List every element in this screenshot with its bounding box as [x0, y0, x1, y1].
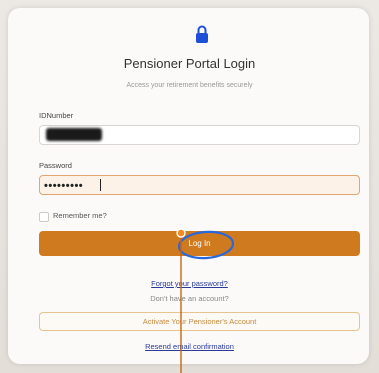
password-input[interactable] [39, 175, 360, 195]
password-label: Password [39, 161, 72, 170]
login-button[interactable]: Log In [39, 231, 360, 256]
resend-email-link[interactable]: Resend email confirmation [0, 342, 379, 351]
remember-me-checkbox[interactable] [39, 212, 49, 222]
page-subtitle: Access your retirement benefits securely [126, 82, 253, 89]
lock-icon [196, 25, 208, 43]
id-number-label: IDNumber [39, 111, 74, 120]
no-account-text: Don't have an account? [150, 294, 229, 303]
text-caret [100, 179, 101, 191]
forgot-password-link[interactable]: Forgot your password? [0, 279, 379, 288]
activate-account-button[interactable]: Activate Your Pensioner's Account [39, 312, 360, 331]
password-value: ••••••••• [44, 180, 84, 192]
remember-me-label: Remember me? [53, 211, 107, 220]
redacted-id-value [46, 128, 102, 141]
page-title: Pensioner Portal Login [123, 56, 256, 71]
